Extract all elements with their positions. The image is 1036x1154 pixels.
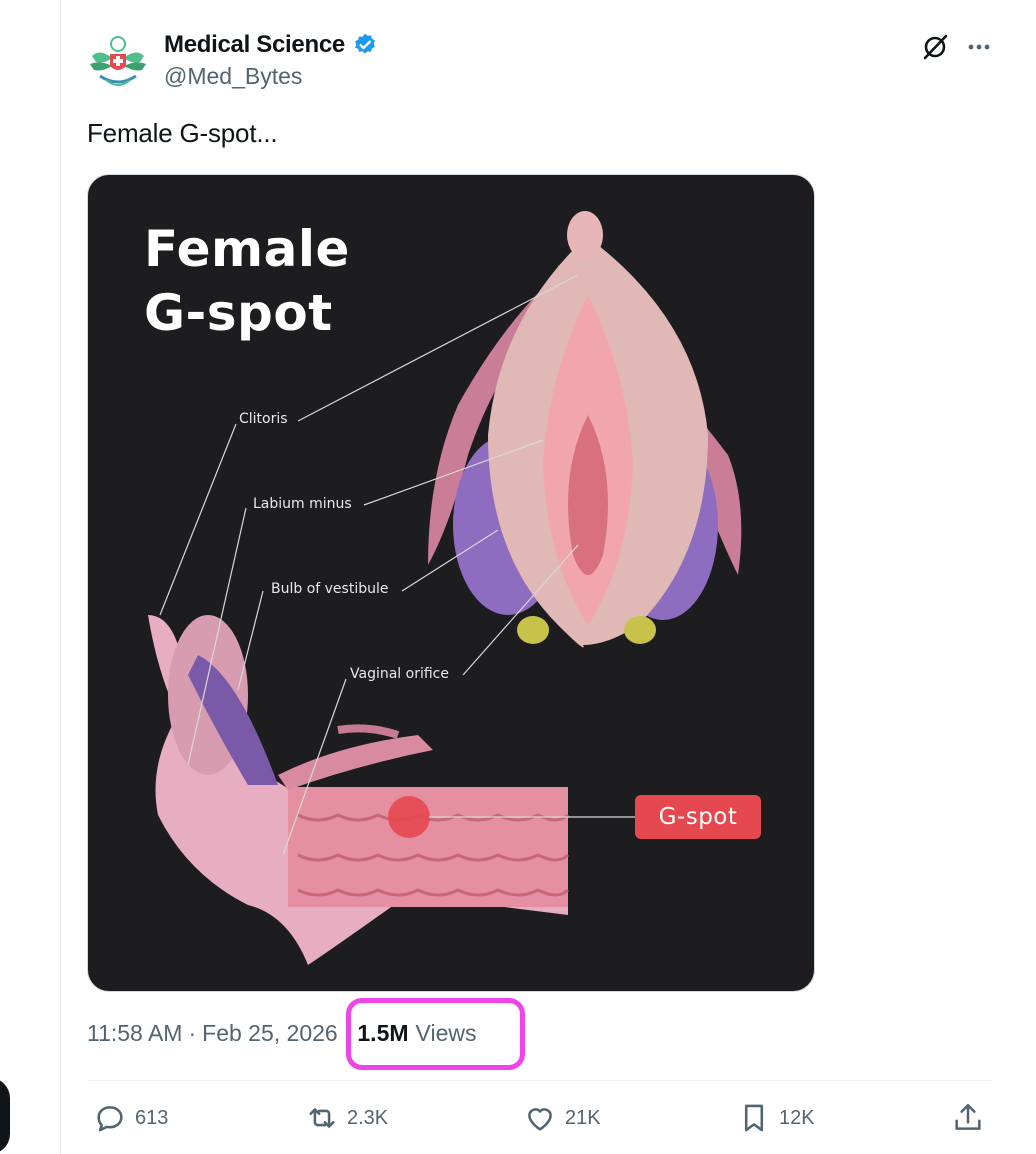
actions-divider [87, 1080, 992, 1081]
grok-button[interactable] [918, 30, 952, 64]
heart-icon [528, 1108, 552, 1131]
label-vaginal-orifice: Vaginal orifice [350, 666, 449, 682]
post-time[interactable]: 11:58 AM [87, 1020, 182, 1047]
bookmark-count: 12K [779, 1106, 815, 1129]
bookmark-icon [744, 1104, 764, 1132]
verified-badge-icon[interactable] [352, 32, 378, 58]
image-title: Female G-spot [144, 217, 350, 345]
image-title-line2: G-spot [144, 284, 333, 342]
author-avatar[interactable] [86, 30, 150, 94]
reply-button[interactable]: 613 [93, 1098, 168, 1138]
medical-caduceus-wings-logo-icon [90, 36, 146, 86]
image-title-line1: Female [144, 220, 350, 278]
label-g-spot-badge: G-spot [635, 795, 761, 839]
bookmark-button[interactable]: 12K [737, 1098, 815, 1138]
like-button[interactable]: 21K [523, 1098, 601, 1138]
repost-count: 2.3K [347, 1106, 389, 1129]
label-bulb-of-vestibule: Bulb of vestibule [271, 581, 389, 597]
author-block: Medical Science @Med_Bytes [164, 30, 378, 90]
meta-separator: · [188, 1020, 197, 1046]
post-image[interactable]: Female G-spot Clitoris Labium minus Bulb… [87, 174, 815, 992]
label-clitoris: Clitoris [239, 411, 288, 427]
more-horizontal-icon [968, 44, 990, 50]
like-count: 21K [565, 1106, 601, 1129]
repost-icon [309, 1108, 335, 1128]
reply-count: 613 [135, 1106, 169, 1129]
grok-icon [923, 34, 948, 60]
views-highlight-box [346, 998, 525, 1070]
reply-icon [97, 1106, 123, 1132]
post-actions-bar: 613 2.3K 21K 12K [87, 1098, 999, 1138]
label-labium-minus: Labium minus [253, 496, 352, 512]
post-date[interactable]: Feb 25, 2026 [202, 1020, 338, 1047]
more-options-button[interactable] [962, 30, 996, 64]
share-icon [955, 1103, 981, 1130]
post-text: Female G-spot... [87, 118, 278, 148]
author-name[interactable]: Medical Science [164, 31, 345, 59]
timeline-border [60, 0, 61, 1154]
share-button[interactable] [951, 1098, 985, 1138]
author-name-row: Medical Science [164, 30, 378, 60]
repost-button[interactable]: 2.3K [305, 1098, 388, 1138]
floating-button-edge[interactable] [0, 1078, 10, 1154]
author-handle[interactable]: @Med_Bytes [164, 63, 378, 90]
